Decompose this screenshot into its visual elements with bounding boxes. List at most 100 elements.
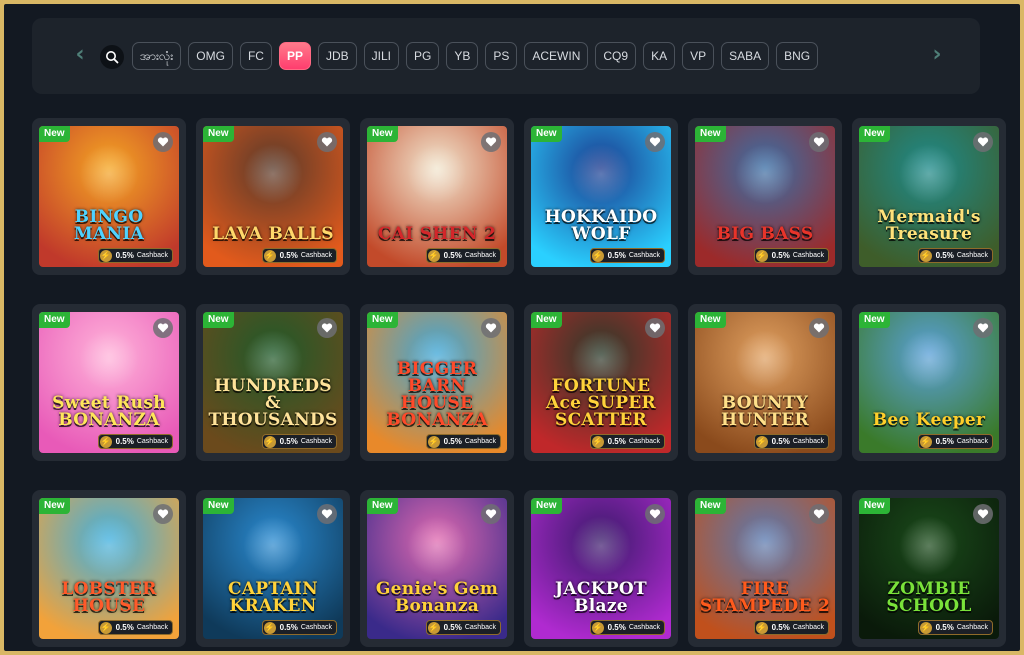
- provider-tab[interactable]: KA: [643, 42, 676, 70]
- favorite-button[interactable]: [317, 504, 337, 524]
- provider-tab[interactable]: PP: [278, 42, 311, 70]
- provider-tab[interactable]: PS: [485, 42, 518, 70]
- game-card[interactable]: ZOMBIE SCHOOL New ⚡ 0.5% Cashback: [852, 490, 1006, 647]
- provider-tab[interactable]: YB: [446, 42, 479, 70]
- game-thumbnail[interactable]: BIGGER BARN HOUSE BONANZA New ⚡ 0.5% Cashbac…: [367, 312, 507, 453]
- cashback-badge: ⚡ 0.5% Cashback: [97, 620, 173, 635]
- heart-icon: [485, 323, 497, 333]
- game-card[interactable]: Bee Keeper New ⚡ 0.5% Cashback: [852, 304, 1006, 461]
- game-thumbnail[interactable]: Genie's Gem Bonanza New ⚡ 0.5% Cashback: [367, 498, 507, 639]
- game-card[interactable]: HUNDREDS & THOUSANDS New ⚡ 0.5% Cashback: [196, 304, 350, 461]
- provider-tab[interactable]: JDB: [317, 42, 357, 70]
- favorite-button[interactable]: [809, 504, 829, 524]
- game-card[interactable]: BOUNTY HUNTER New ⚡ 0.5% Cashback: [688, 304, 842, 461]
- favorite-button[interactable]: [153, 318, 173, 338]
- provider-tab[interactable]: PG: [406, 42, 440, 70]
- favorite-button[interactable]: [153, 504, 173, 524]
- new-badge: New: [531, 312, 562, 328]
- game-card[interactable]: CAI SHEN 2 New ⚡ 0.5% Cashback: [360, 118, 514, 275]
- favorite-button[interactable]: [317, 132, 337, 152]
- cashback-label: Cashback: [300, 438, 332, 445]
- favorite-button[interactable]: [645, 504, 665, 524]
- provider-tab[interactable]: BNG: [776, 42, 819, 70]
- provider-tab[interactable]: ACEWIN: [524, 42, 589, 70]
- cashback-label: Cashback: [464, 252, 496, 259]
- game-thumbnail[interactable]: BINGO MANIA New ⚡ 0.5% Cashback: [39, 126, 179, 267]
- game-card[interactable]: Sweet Rush BONANZA New ⚡ 0.5% Cashback: [32, 304, 186, 461]
- favorite-button[interactable]: [809, 318, 829, 338]
- favorite-button[interactable]: [973, 504, 993, 524]
- game-thumbnail[interactable]: Sweet Rush BONANZA New ⚡ 0.5% Cashback: [39, 312, 179, 453]
- chevron-left-icon[interactable]: ‹: [72, 44, 88, 67]
- game-card[interactable]: FORTUNE Ace SUPER SCATTER New ⚡ 0.5% Cashbac…: [524, 304, 678, 461]
- heart-icon: [649, 509, 661, 519]
- provider-tab[interactable]: အားလုံး: [132, 42, 182, 70]
- game-thumbnail[interactable]: HOKKAIDO WOLF New ⚡ 0.5% Cashback: [531, 126, 671, 267]
- game-thumbnail[interactable]: LOBSTER HOUSE New ⚡ 0.5% Cashback: [39, 498, 179, 639]
- heart-icon: [157, 509, 169, 519]
- game-card[interactable]: LOBSTER HOUSE New ⚡ 0.5% Cashback: [32, 490, 186, 647]
- cashback-badge: ⚡ 0.5% Cashback: [425, 248, 501, 263]
- game-card[interactable]: BIGGER BARN HOUSE BONANZA New ⚡ 0.5% Cashbac…: [360, 304, 514, 461]
- favorite-button[interactable]: [973, 318, 993, 338]
- cashback-badge: ⚡ 0.5% Cashback: [425, 620, 501, 635]
- game-thumbnail[interactable]: Mermaid's Treasure New ⚡ 0.5% Cashback: [859, 126, 999, 267]
- heart-icon: [813, 509, 825, 519]
- provider-tab[interactable]: OMG: [188, 42, 233, 70]
- game-card[interactable]: Mermaid's Treasure New ⚡ 0.5% Cashback: [852, 118, 1006, 275]
- game-thumbnail[interactable]: LAVA BALLS New ⚡ 0.5% Cashback: [203, 126, 343, 267]
- game-title: Sweet Rush BONANZA: [52, 393, 166, 430]
- game-card[interactable]: CAPTAIN KRAKEN New ⚡ 0.5% Cashback: [196, 490, 350, 647]
- game-thumbnail[interactable]: BIG BASS New ⚡ 0.5% Cashback: [695, 126, 835, 267]
- lightning-icon: ⚡: [99, 621, 112, 634]
- game-card[interactable]: BIG BASS New ⚡ 0.5% Cashback: [688, 118, 842, 275]
- cashback-percent: 0.5%: [443, 623, 462, 632]
- provider-tabs: အားလုံး OMG FC PP JDB JILI PG YB PS ACEWIN CQ9 KA VP…: [132, 42, 819, 70]
- favorite-button[interactable]: [645, 318, 665, 338]
- favorite-button[interactable]: [481, 318, 501, 338]
- game-thumbnail[interactable]: ZOMBIE SCHOOL New ⚡ 0.5% Cashback: [859, 498, 999, 639]
- new-badge: New: [39, 126, 70, 142]
- game-card[interactable]: HOKKAIDO WOLF New ⚡ 0.5% Cashback: [524, 118, 678, 275]
- game-thumbnail[interactable]: CAI SHEN 2 New ⚡ 0.5% Cashback: [367, 126, 507, 267]
- game-thumbnail[interactable]: JACKPOT Blaze New ⚡ 0.5% Cashback: [531, 498, 671, 639]
- favorite-button[interactable]: [973, 132, 993, 152]
- provider-tab[interactable]: SABA: [721, 42, 770, 70]
- cashback-label: Cashback: [792, 624, 824, 631]
- lightning-icon: ⚡: [99, 249, 112, 262]
- cashback-percent: 0.5%: [115, 251, 134, 260]
- game-card[interactable]: LAVA BALLS New ⚡ 0.5% Cashback: [196, 118, 350, 275]
- chevron-right-icon[interactable]: ›: [929, 44, 945, 67]
- game-card[interactable]: JACKPOT Blaze New ⚡ 0.5% Cashback: [524, 490, 678, 647]
- game-card[interactable]: FIRE STAMPEDE 2 New ⚡ 0.5% Cashback: [688, 490, 842, 647]
- search-button[interactable]: [100, 45, 124, 69]
- favorite-button[interactable]: [481, 132, 501, 152]
- provider-tab[interactable]: CQ9: [595, 42, 637, 70]
- lightning-icon: ⚡: [427, 435, 440, 448]
- favorite-button[interactable]: [645, 132, 665, 152]
- game-thumbnail[interactable]: Bee Keeper New ⚡ 0.5% Cashback: [859, 312, 999, 453]
- game-thumbnail[interactable]: FIRE STAMPEDE 2 New ⚡ 0.5% Cashback: [695, 498, 835, 639]
- game-thumbnail[interactable]: HUNDREDS & THOUSANDS New ⚡ 0.5% Cashback: [203, 312, 343, 453]
- game-thumbnail[interactable]: CAPTAIN KRAKEN New ⚡ 0.5% Cashback: [203, 498, 343, 639]
- cashback-label: Cashback: [464, 438, 496, 445]
- game-title: BIG BASS: [716, 224, 814, 244]
- heart-icon: [157, 137, 169, 147]
- game-thumbnail[interactable]: BOUNTY HUNTER New ⚡ 0.5% Cashback: [695, 312, 835, 453]
- provider-tab[interactable]: JILI: [363, 42, 399, 70]
- favorite-button[interactable]: [317, 318, 337, 338]
- game-title: FIRE STAMPEDE 2: [699, 579, 831, 616]
- cashback-percent: 0.5%: [771, 623, 790, 632]
- game-card[interactable]: Genie's Gem Bonanza New ⚡ 0.5% Cashback: [360, 490, 514, 647]
- favorite-button[interactable]: [481, 504, 501, 524]
- game-title: CAI SHEN 2: [377, 224, 497, 244]
- provider-tab[interactable]: VP: [682, 42, 715, 70]
- favorite-button[interactable]: [809, 132, 829, 152]
- cashback-percent: 0.5%: [771, 251, 790, 260]
- heart-icon: [813, 323, 825, 333]
- cashback-label: Cashback: [464, 624, 496, 631]
- game-thumbnail[interactable]: FORTUNE Ace SUPER SCATTER New ⚡ 0.5% Cashbac…: [531, 312, 671, 453]
- favorite-button[interactable]: [153, 132, 173, 152]
- provider-tab[interactable]: FC: [239, 42, 272, 70]
- game-card[interactable]: BINGO MANIA New ⚡ 0.5% Cashback: [32, 118, 186, 275]
